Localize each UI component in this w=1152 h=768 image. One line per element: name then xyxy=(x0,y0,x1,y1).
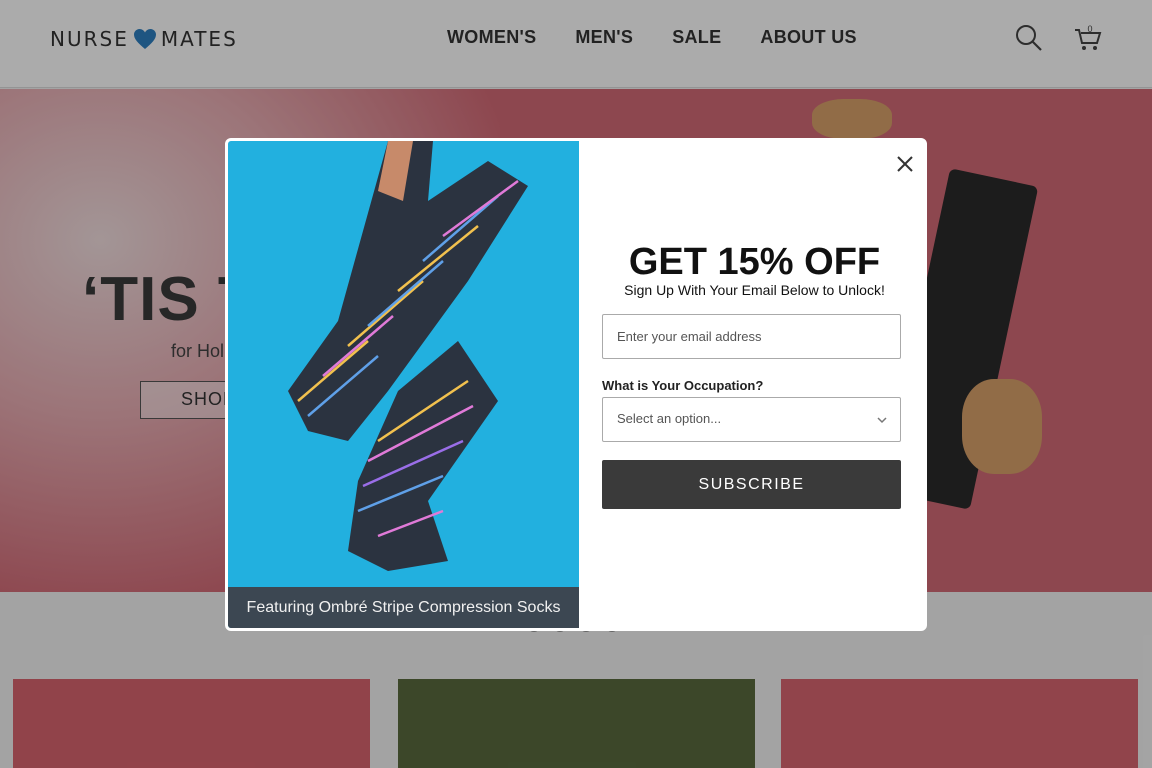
occupation-selected-value: Select an option... xyxy=(617,411,722,426)
email-input[interactable] xyxy=(602,314,901,359)
subscribe-button[interactable]: SUBSCRIBE xyxy=(602,460,901,509)
occupation-select[interactable]: Select an option... xyxy=(602,397,901,442)
image-caption: Featuring Ombré Stripe Compression Socks xyxy=(228,587,579,628)
modal-subtitle: Sign Up With Your Email Below to Unlock! xyxy=(624,282,885,298)
modal-promo-image: Featuring Ombré Stripe Compression Socks xyxy=(228,141,579,628)
occupation-label: What is Your Occupation? xyxy=(602,378,764,393)
compression-sock-image xyxy=(288,141,528,571)
modal-title: GET 15% OFF xyxy=(628,241,881,283)
signup-modal: Featuring Ombré Stripe Compression Socks… xyxy=(225,138,927,631)
chevron-down-icon xyxy=(877,417,887,424)
close-icon[interactable] xyxy=(894,153,916,175)
